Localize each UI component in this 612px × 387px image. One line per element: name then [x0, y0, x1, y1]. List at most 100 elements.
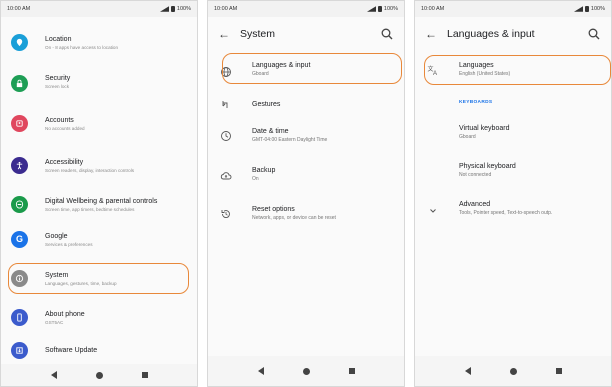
signal-icon: [573, 6, 583, 12]
page-title: System: [240, 28, 276, 40]
gestures-icon: [222, 101, 228, 108]
battery-level: 100%: [176, 6, 191, 12]
settings-item-digital-wellbeing[interactable]: Digital Wellbeing & parental controls Sc…: [1, 192, 197, 218]
item-title: Languages & input: [252, 62, 311, 69]
back-arrow-icon[interactable]: ←: [218, 27, 240, 41]
system-item-reset-options[interactable]: Reset options Network, apps, or device c…: [208, 202, 404, 230]
languages-item[interactable]: 文A Languages English (United States): [415, 58, 611, 86]
item-subtitle: GST5AC: [45, 320, 64, 325]
system-item-languages[interactable]: Languages & input Gboard: [208, 58, 404, 86]
item-title: Security: [45, 75, 71, 82]
item-subtitle: No accounts added: [45, 126, 85, 131]
navigation-bar: [208, 356, 404, 386]
settings-item-location[interactable]: Location On - 8 apps have access to loca…: [1, 30, 197, 56]
nav-home-icon[interactable]: [509, 367, 517, 375]
item-title: Accessibility: [45, 159, 84, 166]
battery-level: 100%: [590, 6, 605, 12]
item-subtitle: Screen readers, display, interaction con…: [45, 168, 135, 173]
system-item-backup[interactable]: Backup On: [208, 163, 404, 191]
item-title: About phone: [45, 311, 85, 318]
app-bar: ← Languages & input: [415, 17, 611, 51]
settings-item-software-update[interactable]: Software Update: [1, 340, 197, 362]
item-subtitle: Tools, Pointer speed, Text-to-speech out…: [459, 210, 553, 216]
nav-home-icon[interactable]: [302, 367, 310, 375]
system-item-date-time[interactable]: Date & time GMT-04:00 Eastern Daylight T…: [208, 124, 404, 152]
accounts-icon: [11, 115, 28, 132]
item-subtitle: Gboard: [459, 134, 476, 140]
item-subtitle: On: [252, 176, 259, 182]
virtual-keyboard-item[interactable]: Virtual keyboard Gboard: [415, 121, 611, 149]
translate-icon: 文A: [428, 65, 438, 76]
chevron-down-icon: [430, 209, 436, 213]
cloud-backup-icon: [220, 172, 232, 180]
globe-icon: [221, 67, 231, 77]
settings-item-google[interactable]: G Google Services & preferences: [1, 227, 197, 253]
signal-icon: [159, 6, 169, 12]
navigation-bar: [1, 364, 197, 386]
system-item-gestures[interactable]: Gestures: [208, 96, 404, 116]
item-subtitle: Not connected: [459, 172, 492, 178]
wellbeing-icon: [11, 196, 28, 213]
item-subtitle: English (United States): [459, 71, 511, 77]
item-title: Advanced: [459, 201, 491, 208]
clock-icon: [221, 131, 231, 141]
item-subtitle: Languages, gestures, time, backup: [45, 281, 117, 286]
reset-icon: [221, 210, 230, 218]
status-time: 10:00 AM: [421, 6, 445, 12]
physical-keyboard-item[interactable]: Physical keyboard Not connected: [415, 159, 611, 187]
search-icon[interactable]: [380, 27, 394, 41]
item-title: System: [45, 272, 69, 279]
settings-item-accounts[interactable]: Accounts No accounts added: [1, 111, 197, 137]
item-title: Virtual keyboard: [459, 125, 510, 132]
advanced-item[interactable]: Advanced Tools, Pointer speed, Text-to-s…: [415, 197, 611, 225]
item-title: Software Update: [45, 347, 98, 354]
status-time: 10:00 AM: [214, 6, 238, 12]
search-icon[interactable]: [587, 27, 601, 41]
languages-input-screen: 10:00 AM 100% ← Languages & input 文A Lan…: [414, 0, 612, 387]
nav-back-icon[interactable]: [464, 367, 471, 375]
item-title: Accounts: [45, 117, 74, 124]
accessibility-icon: [11, 157, 28, 174]
nav-recents-icon[interactable]: [141, 372, 148, 378]
item-subtitle: Gboard: [252, 71, 269, 77]
settings-item-security[interactable]: Security Screen lock: [1, 69, 197, 95]
battery-icon: [170, 6, 175, 12]
nav-home-icon[interactable]: [95, 371, 103, 379]
item-title: Backup: [252, 167, 276, 174]
settings-item-about-phone[interactable]: About phone GST5AC: [1, 305, 197, 331]
item-title: Google: [45, 233, 68, 240]
signal-icon: [366, 6, 376, 12]
software-update-icon: [11, 342, 28, 359]
page-title: Languages & input: [447, 28, 535, 40]
phone-icon: [11, 309, 28, 326]
item-title: Languages: [459, 62, 494, 69]
status-time: 10:00 AM: [7, 6, 31, 12]
settings-item-system[interactable]: System Languages, gestures, time, backup: [1, 266, 197, 292]
navigation-bar: [415, 356, 611, 386]
nav-back-icon[interactable]: [50, 371, 57, 379]
nav-recents-icon[interactable]: [348, 368, 355, 374]
battery-icon: [377, 6, 382, 12]
item-title: Gestures: [252, 101, 281, 108]
status-bar: 10:00 AM 100%: [415, 1, 611, 17]
item-subtitle: Screen time, app timers, bedtime schedul…: [45, 207, 135, 212]
status-bar: 10:00 AM 100%: [1, 1, 197, 17]
item-subtitle: Network, apps, or device can be reset: [252, 215, 336, 221]
svg-text:A: A: [433, 71, 437, 76]
location-icon: [11, 34, 28, 51]
settings-item-accessibility[interactable]: Accessibility Screen readers, display, i…: [1, 153, 197, 179]
item-title: Location: [45, 36, 72, 43]
item-subtitle: GMT-04:00 Eastern Daylight Time: [252, 137, 328, 143]
item-title: Physical keyboard: [459, 163, 516, 170]
battery-icon: [584, 6, 589, 12]
status-bar: 10:00 AM 100%: [208, 1, 404, 17]
system-info-icon: [11, 270, 28, 287]
settings-screen: 10:00 AM 100% Location On - 8 apps have …: [0, 0, 198, 387]
nav-recents-icon[interactable]: [555, 368, 562, 374]
item-subtitle: Services & preferences: [45, 242, 93, 247]
back-arrow-icon[interactable]: ←: [425, 27, 447, 41]
nav-back-icon[interactable]: [257, 367, 264, 375]
battery-level: 100%: [383, 6, 398, 12]
google-icon: G: [11, 231, 28, 248]
system-screen: 10:00 AM 100% ← System Languages & input…: [207, 0, 405, 387]
